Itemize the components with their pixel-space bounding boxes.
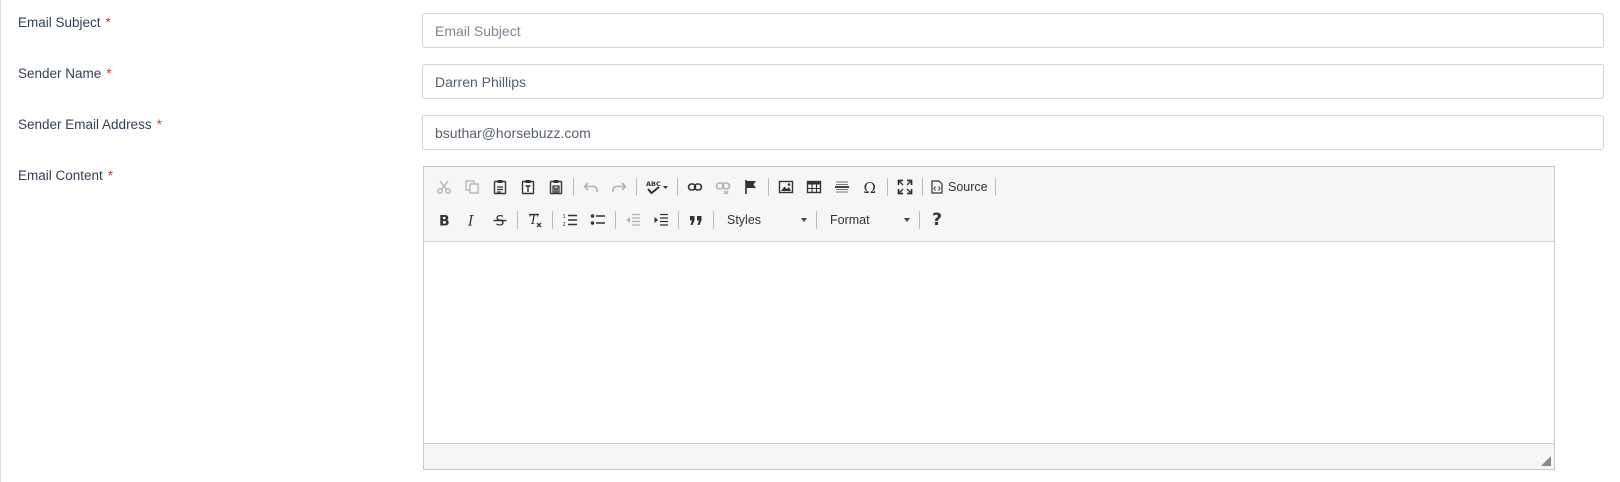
email-content-label: Email Content * <box>18 168 113 183</box>
anchor-icon[interactable] <box>737 174 765 200</box>
sender-email-label-text: Sender Email Address <box>18 117 152 132</box>
toolbar-separator <box>922 178 923 196</box>
resize-handle-icon[interactable] <box>1541 456 1551 466</box>
outdent-icon[interactable] <box>619 207 647 233</box>
svg-text:B: B <box>439 214 450 229</box>
editor-toolbar: ABC Ω Source B I S T 1 2 Styles Format ? <box>424 167 1554 242</box>
numbered-list-icon[interactable]: 12 <box>556 207 584 233</box>
toolbar-separator <box>887 178 888 196</box>
styles-dropdown[interactable]: Styles <box>717 207 813 233</box>
sender-email-input[interactable] <box>422 115 1604 150</box>
spellcheck-icon[interactable]: ABC <box>640 174 674 200</box>
toolbar-separator <box>713 211 714 229</box>
editor-content-area[interactable] <box>424 242 1554 444</box>
maximize-icon[interactable] <box>891 174 919 200</box>
sender-name-input[interactable] <box>422 64 1604 99</box>
unlink-icon[interactable] <box>709 174 737 200</box>
strike-icon[interactable]: S <box>486 207 514 233</box>
svg-text:I: I <box>467 214 474 229</box>
redo-icon[interactable] <box>605 174 633 200</box>
image-icon[interactable] <box>772 174 800 200</box>
paste-text-icon[interactable] <box>514 174 542 200</box>
format-dropdown[interactable]: Format <box>820 207 916 233</box>
undo-icon[interactable] <box>577 174 605 200</box>
svg-text:Ω: Ω <box>864 179 876 195</box>
toolbar-separator <box>816 211 817 229</box>
form-panel: Email Subject * Sender Name * Sender Email… <box>0 0 1620 482</box>
email-subject-label-text: Email Subject <box>18 15 101 30</box>
styles-dropdown-label: Styles <box>727 213 762 227</box>
chevron-down-icon <box>801 218 807 222</box>
sender-email-label: Sender Email Address * <box>18 117 162 132</box>
toolbar-separator <box>919 211 920 229</box>
chevron-down-icon <box>904 218 910 222</box>
cut-icon[interactable] <box>430 174 458 200</box>
help-label: ? <box>932 210 942 230</box>
sender-name-label: Sender Name * <box>18 66 112 81</box>
toolbar-separator <box>678 211 679 229</box>
rich-text-editor: ABC Ω Source B I S T 1 2 Styles Format ? <box>423 166 1555 470</box>
paste-icon[interactable] <box>486 174 514 200</box>
email-subject-input[interactable] <box>422 13 1604 48</box>
table-icon[interactable] <box>800 174 828 200</box>
source-button[interactable]: Source <box>926 174 992 200</box>
toolbar-separator <box>615 211 616 229</box>
indent-icon[interactable] <box>647 207 675 233</box>
email-subject-label: Email Subject * <box>18 15 111 30</box>
italic-icon[interactable]: I <box>458 207 486 233</box>
required-marker: * <box>107 168 114 183</box>
required-marker: * <box>105 15 111 30</box>
required-marker: * <box>156 117 162 132</box>
toolbar-separator <box>636 178 637 196</box>
format-dropdown-label: Format <box>830 213 870 227</box>
bold-icon[interactable]: B <box>430 207 458 233</box>
email-content-label-text: Email Content <box>18 168 103 183</box>
source-icon <box>931 180 943 194</box>
sender-name-label-text: Sender Name <box>18 66 102 81</box>
help-icon[interactable]: ? <box>923 207 951 233</box>
toolbar-separator <box>768 178 769 196</box>
editor-toolbar-row-1: ABC Ω Source <box>430 173 999 201</box>
toolbar-separator <box>677 178 678 196</box>
blockquote-icon[interactable] <box>682 207 710 233</box>
required-marker: * <box>106 66 112 81</box>
source-label: Source <box>948 180 988 194</box>
special-char-icon[interactable]: Ω <box>856 174 884 200</box>
horizontal-rule-icon[interactable] <box>828 174 856 200</box>
editor-status-bar <box>424 443 1554 469</box>
editor-toolbar-row-2: B I S T 12 Styles Format ? <box>430 206 951 234</box>
paste-word-icon[interactable] <box>542 174 570 200</box>
link-icon[interactable] <box>681 174 709 200</box>
toolbar-separator <box>517 211 518 229</box>
toolbar-separator <box>994 178 996 196</box>
toolbar-separator <box>573 178 574 196</box>
svg-text:2: 2 <box>563 222 566 228</box>
remove-format-icon[interactable]: T <box>521 207 549 233</box>
svg-text:1: 1 <box>563 214 566 220</box>
copy-icon[interactable] <box>458 174 486 200</box>
bulleted-list-icon[interactable] <box>584 207 612 233</box>
toolbar-separator <box>552 211 553 229</box>
